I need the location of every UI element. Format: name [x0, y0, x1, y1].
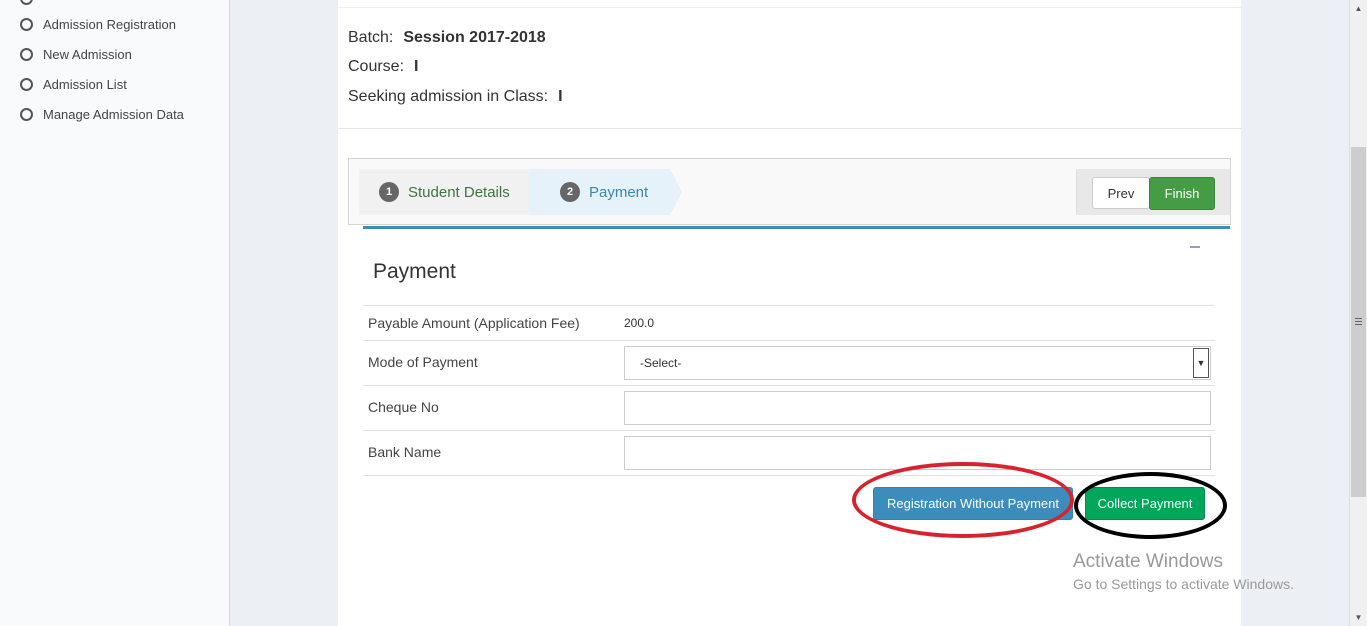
prev-button[interactable]: Prev: [1092, 177, 1150, 209]
batch-label: Batch:: [348, 29, 394, 46]
wizard-actions: Prev Finish: [1076, 169, 1230, 215]
registration-without-payment-button[interactable]: Registration Without Payment: [873, 487, 1073, 520]
row-divider: [363, 340, 1215, 341]
circle-icon: [20, 17, 33, 31]
sidebar-item-partial[interactable]: [20, 0, 43, 8]
sidebar-item-admission-registration[interactable]: Admission Registration: [20, 14, 176, 34]
class-info: Seeking admission in Class: I: [348, 88, 563, 106]
sidebar-item-label: Admission Registration: [43, 16, 176, 32]
sidebar-item-label: Manage Admission Data: [43, 106, 184, 122]
batch-info: Batch: Session 2017-2018: [348, 29, 546, 47]
course-value: I: [414, 58, 419, 75]
circle-icon: [20, 0, 33, 5]
main-content: Batch: Session 2017-2018 Course: I Seeking…: [338, 0, 1241, 626]
cheque-label: Cheque No: [368, 399, 439, 415]
wizard: 1 Student Details 2 Payment Prev Finish: [348, 158, 1231, 225]
scrollbar-thumb[interactable]: [1351, 147, 1366, 497]
step-number: 1: [379, 182, 399, 202]
circle-icon: [20, 77, 33, 91]
row-divider: [363, 305, 1215, 306]
sidebar-item-new-admission[interactable]: New Admission: [20, 44, 132, 64]
activate-windows-title: Activate Windows: [1073, 551, 1223, 572]
vertical-scrollbar[interactable]: ▲ ▼: [1349, 0, 1367, 626]
bank-label: Bank Name: [368, 444, 442, 460]
row-divider: [363, 385, 1215, 386]
scroll-up-icon[interactable]: ▲: [1350, 0, 1367, 17]
select-value: -Select-: [640, 356, 682, 370]
payable-label: Payable Amount (Application Fee): [368, 315, 580, 331]
payable-value: 200.0: [624, 316, 655, 330]
top-strip: [338, 0, 1241, 8]
divider: [338, 128, 1241, 129]
course-info: Course: I: [348, 58, 418, 76]
mode-label: Mode of Payment: [368, 354, 478, 370]
step-label: Payment: [589, 183, 649, 201]
wizard-step-student-details[interactable]: 1 Student Details: [359, 169, 530, 215]
row-divider: [363, 430, 1215, 431]
minus-icon[interactable]: [1190, 246, 1200, 248]
sidebar-item-admission-list[interactable]: Admission List: [20, 74, 127, 94]
chevron-down-icon: ▼: [1193, 348, 1209, 378]
mode-of-payment-select[interactable]: -Select- ▼: [624, 346, 1211, 380]
step-arrow: [670, 169, 682, 215]
sidebar-item-manage-admission-data[interactable]: Manage Admission Data: [20, 104, 184, 124]
course-label: Course:: [348, 58, 405, 75]
sidebar-item-label: New Admission: [43, 46, 132, 62]
circle-icon: [20, 47, 33, 61]
sidebar-item-label: Admission List: [43, 76, 127, 92]
payment-title: Payment: [373, 260, 456, 283]
class-label: Seeking admission in Class:: [348, 88, 549, 105]
step-number: 2: [560, 182, 580, 202]
activate-windows-subtitle: Go to Settings to activate Windows.: [1073, 576, 1294, 592]
box-top-border: [363, 226, 1230, 229]
row-divider: [363, 475, 1215, 476]
collect-payment-button[interactable]: Collect Payment: [1085, 487, 1205, 520]
step-label: Student Details: [408, 183, 510, 201]
grip-icon: [1355, 318, 1362, 325]
cheque-no-input[interactable]: [624, 391, 1211, 425]
scroll-down-icon[interactable]: ▼: [1350, 609, 1367, 626]
batch-value: Session 2017-2018: [403, 29, 546, 46]
sidebar: Admission Registration New Admission Adm…: [0, 0, 230, 626]
class-value: I: [558, 88, 563, 105]
circle-icon: [20, 107, 33, 121]
finish-button[interactable]: Finish: [1149, 177, 1215, 210]
wizard-step-payment[interactable]: 2 Payment: [530, 169, 670, 215]
bank-name-input[interactable]: [624, 436, 1211, 470]
